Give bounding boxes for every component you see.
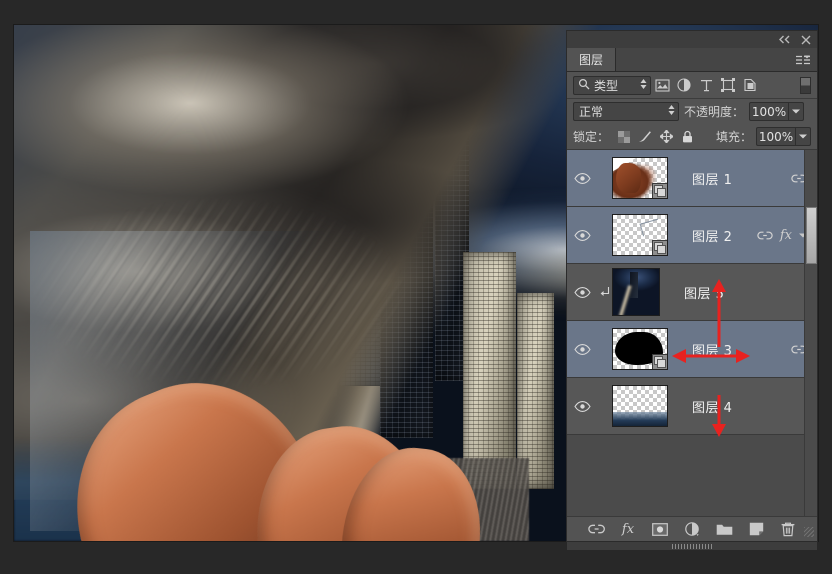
smart-object-filter-icon[interactable] xyxy=(739,75,761,95)
link-layers-icon[interactable] xyxy=(587,521,605,538)
delete-layer-icon[interactable] xyxy=(780,521,797,538)
panel-tabbar: 图层 xyxy=(567,48,817,72)
pixel-layer-filter-icon[interactable] xyxy=(651,75,673,95)
layer-visibility-toggle[interactable] xyxy=(567,343,598,355)
lock-position-icon[interactable] xyxy=(659,130,673,144)
tab-layers-label: 图层 xyxy=(579,53,604,67)
opacity-value: 100% xyxy=(751,104,787,119)
photoshop-window: 图层 类型 正常 不透明度： 100% 锁定： 填充： 100% 图层 1 图层… xyxy=(0,0,832,574)
add-layer-mask-icon[interactable] xyxy=(652,521,669,538)
table-row[interactable]: 图层 3 xyxy=(567,321,817,378)
stepper-updown-icon[interactable] xyxy=(668,104,675,119)
layer-name[interactable]: 图层 1 xyxy=(668,169,791,188)
opacity-label: 不透明度： xyxy=(684,105,745,119)
new-layer-icon[interactable] xyxy=(748,521,765,538)
smart-object-badge-icon xyxy=(652,354,667,369)
fill-value: 100% xyxy=(758,129,794,144)
panel-resize-grip[interactable] xyxy=(804,527,814,537)
chevron-down-icon[interactable] xyxy=(795,128,810,145)
filter-enable-toggle[interactable] xyxy=(800,76,811,94)
lock-image-pixels-icon[interactable] xyxy=(638,130,652,144)
grip-dots-icon xyxy=(672,543,712,549)
filter-kind-select[interactable]: 类型 xyxy=(573,75,651,95)
clipping-mask-arrow-icon xyxy=(598,286,612,298)
chevron-down-icon[interactable] xyxy=(788,103,803,120)
panel-options: 类型 正常 不透明度： 100% 锁定： 填充： 100% xyxy=(567,72,817,149)
layer-thumbnail[interactable] xyxy=(612,385,668,427)
layers-panel: 图层 类型 正常 不透明度： 100% 锁定： 填充： 100% 图层 1 图层… xyxy=(566,30,818,550)
lock-all-icon[interactable] xyxy=(680,130,694,144)
table-row[interactable]: 图层 5 xyxy=(567,264,817,321)
blend-opacity-row: 正常 不透明度： 100% xyxy=(567,99,817,124)
panel-bottom-grip[interactable] xyxy=(567,541,817,550)
new-adjustment-layer-icon[interactable] xyxy=(684,521,701,538)
blend-mode-select[interactable]: 正常 xyxy=(573,102,679,121)
type-layer-filter-icon[interactable] xyxy=(695,75,717,95)
shape-layer-filter-icon[interactable] xyxy=(717,75,739,95)
adjustment-layer-filter-icon[interactable] xyxy=(673,75,695,95)
new-group-icon[interactable] xyxy=(716,521,733,538)
layer-filter-row: 类型 xyxy=(567,72,817,99)
scrollbar-thumb[interactable] xyxy=(806,207,817,264)
lock-fill-row: 锁定： 填充： 100% xyxy=(567,124,817,149)
layer-thumbnail[interactable] xyxy=(612,328,668,370)
layer-name[interactable]: 图层 5 xyxy=(660,283,807,302)
fill-label: 填充： xyxy=(715,130,752,144)
collapse-panel-icon[interactable] xyxy=(778,35,791,44)
layer-list[interactable]: 图层 1 图层 2 fx 图层 5 图层 3 图层 4 xyxy=(567,149,817,516)
table-row[interactable]: 图层 2 fx xyxy=(567,207,817,264)
layer-effects-fx-icon[interactable]: fx xyxy=(780,228,792,243)
table-row[interactable]: 图层 4 xyxy=(567,378,817,435)
lock-transparent-pixels-icon[interactable] xyxy=(617,130,631,144)
layer-list-scrollbar[interactable] xyxy=(804,150,817,516)
table-row[interactable]: 图层 1 xyxy=(567,150,817,207)
layer-thumbnail[interactable] xyxy=(612,268,660,316)
layer-name[interactable]: 图层 4 xyxy=(668,397,807,416)
layer-style-fx-icon[interactable]: fx xyxy=(620,521,637,538)
layer-thumbnail[interactable] xyxy=(612,157,668,199)
thumbnail-art-night-city xyxy=(613,269,659,315)
lock-label: 锁定： xyxy=(573,130,610,144)
layer-visibility-toggle[interactable] xyxy=(567,286,598,298)
close-panel-icon[interactable] xyxy=(801,35,811,45)
smart-object-badge-icon xyxy=(652,183,667,198)
link-icon[interactable] xyxy=(757,231,773,240)
layer-visibility-toggle[interactable] xyxy=(567,172,598,184)
thumbnail-art-sky xyxy=(613,386,667,426)
blend-mode-value: 正常 xyxy=(579,105,604,119)
fill-field[interactable]: 100% xyxy=(756,127,811,146)
layer-visibility-toggle[interactable] xyxy=(567,229,598,241)
tab-layers[interactable]: 图层 xyxy=(567,48,617,71)
stepper-updown-icon[interactable] xyxy=(640,78,647,93)
layer-name[interactable]: 图层 3 xyxy=(668,340,791,359)
thumbnail-art-water xyxy=(613,412,667,426)
panel-titlebar xyxy=(567,31,817,48)
smart-object-badge-icon xyxy=(652,240,667,255)
panel-menu-icon[interactable] xyxy=(796,55,810,65)
layers-panel-footer: fx xyxy=(567,516,817,550)
filter-kind-label: 类型 xyxy=(594,78,619,93)
layer-name[interactable]: 图层 2 xyxy=(668,226,757,245)
tabbar-empty-area xyxy=(616,48,817,71)
layer-visibility-toggle[interactable] xyxy=(567,400,598,412)
search-icon xyxy=(578,78,590,93)
lock-buttons xyxy=(617,130,694,144)
layer-thumbnail[interactable] xyxy=(612,214,668,256)
opacity-field[interactable]: 100% xyxy=(749,102,805,121)
